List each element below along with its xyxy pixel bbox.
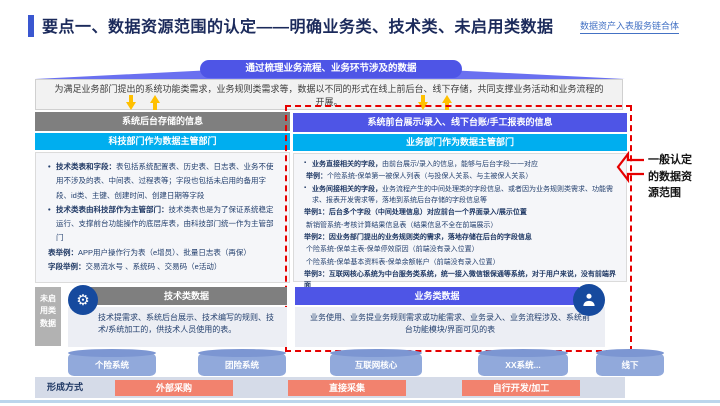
method-badge: 直接采集 [288,379,406,396]
system-cylinder: XX系统... [478,349,568,376]
bullet-lead: 技术类表由科技部作为主管部门： [56,204,169,214]
system-cylinder: 团险系统 [198,349,286,376]
page-title: 要点一、数据资源范围的认定——明确业务类、技术类、未启用类数据 [42,19,554,36]
frontend-display-panel: 系统前台展示/录入、线下台账/手工报表的信息 业务部门作为数据主管部门 业务直接… [293,113,627,289]
gear-icon: ⚙ [68,285,98,315]
left-panel-body: 技术类表和字段：表包括系统配置表、历史表、日志表、业务不使用不涉及的表、中间表、… [35,152,290,283]
slide: 要点一、数据资源范围的认定——明确业务类、技术类、未启用类数据 数据资产入表服务… [0,0,720,406]
method-badge: 自行开发/加工 [462,379,580,396]
business-data-section: 业务类数据 业务使用、业务提业务规则需求或功能需求、业务录入、业务流程涉及、系统… [295,284,607,348]
arrow-down-icon [126,95,136,110]
arrow-up-icon [442,95,452,110]
list-item: 业务直接相关的字段，由前台展示/录入的信息，能够与后台字段一一对应 [304,159,618,170]
list-item: 举例2：因业务部门提出的业务规则类的需求，落地存储在后台的字段信息 [304,233,532,241]
list-item: 技术类表由科技部作为主管部门：技术类表也是为了保证系统稳定运行、支撑前台功能操作… [48,203,279,246]
list-item: 个险系统-保单主表-保单停效原因（前端没有录入位置） [306,246,479,254]
example-text: 个险系统-保单第一被保人列表（与投保人关系、与主被保人关系） [327,173,533,181]
person-glyph [583,293,595,306]
formation-band: 形成方式 外部采购 直接采集 自行开发/加工 [35,377,625,398]
list-item: 个险系统-保单基本资料表-保单余额帐户（前端没有录入位置） [306,258,500,266]
tech-data-section: ⚙ 技术类数据 技术提需求、系统后台展示、技术编写的规则、技术/系统加工的，供技… [66,284,287,348]
list-item: 新销管系统-考核计算结果信息表（结果信息不全在前端展示） [306,221,498,229]
example-lead: 举例： [306,173,327,181]
bullet-lead: 业务间接相关的字段， [312,185,382,193]
bullet-lead: 业务直接相关的字段， [312,161,382,168]
left-panel-header: 系统后台存储的信息 [35,112,290,131]
example-lead: 字段举例： [48,261,86,271]
example-text: APP用户操作行为表（e增员）、批量日志表（再保） [78,247,251,257]
formation-label: 形成方式 [47,382,84,392]
title-accent-bar [28,15,34,37]
left-panel-subheader: 科技部门作为数据主管部门 [35,133,290,150]
system-label: 团险系统 [224,360,259,370]
example-lead: 表举例： [48,247,78,257]
bottom-divider [0,400,720,403]
list-item: 举例：个险系统-保单第一被保人列表（与投保人关系、与主被保人关系） [304,171,618,182]
list-item: 业务间接相关的字段，业务流程产生的中间处理类的字段信息、或者因为业务规则类需求、… [304,184,618,207]
business-section-header: 业务类数据 [295,287,579,305]
gear-glyph: ⚙ [76,292,90,309]
right-panel-header: 系统前台展示/录入、线下台账/手工报表的信息 [293,113,627,132]
tech-section-desc: 技术提需求、系统后台展示、技术编写的规则、技术/系统加工的，供技术人员使用的表。 [68,307,287,347]
system-label: 互联网核心 [354,360,398,370]
list-item: 举例1：后台多个字段（中间处理信息）对应前台一个界面录入/展示位置 [304,209,527,217]
right-panel-subheader: 业务部门作为数据主管部门 [293,134,627,151]
intro-box: 为满足业务部门提出的系统功能类需求，业务规则类需求等，数据以不同的形式在线上前后… [35,79,623,110]
bullet-lead: 技术类表和字段： [56,162,116,171]
bullet-text: 由前台展示/录入的信息，能够与后台字段一一对应 [382,161,538,168]
arrow-down-icon [418,95,428,110]
right-panel-body: 业务直接相关的字段，由前台展示/录入的信息，能够与后台字段一一对应 举例：个险系… [293,153,627,289]
unused-data-label: 未启用类数据 [35,287,61,346]
list-item: 技术类表和字段：表包括系统配置表、历史表、日志表、业务不使用不涉及的表、中间表、… [48,160,279,203]
system-cylinder: 互联网核心 [330,349,422,376]
method-badge: 外部采购 [115,379,233,396]
system-label: XX系统... [505,360,541,370]
person-icon [573,284,605,316]
backend-storage-panel: 系统后台存储的信息 科技部门作为数据主管部门 技术类表和字段：表包括系统配置表、… [35,112,290,283]
system-label: 个险系统 [94,360,129,370]
system-cylinder: 个险系统 [68,349,156,376]
example-text: 交易流水号 、系统码 、交易码（e活动） [85,261,222,271]
flow-banner: 通过梳理业务流程、业务环节涉及的数据 [200,60,462,78]
system-label: 线下 [621,360,639,370]
page-subtitle: 数据资产入表服务链合体 [580,19,680,34]
scope-annotation: 一般认定的数据资源范围 [648,154,692,199]
list-item: 表举例：APP用户操作行为表（e增员）、批量日志表（再保） [48,246,279,260]
list-item: 字段举例：交易流水号 、系统码 、交易码（e活动） [48,260,279,274]
arrow-up-icon [150,95,160,110]
system-cylinder: 线下 [596,349,664,376]
red-left-arrow-icon [616,150,644,184]
tech-section-header: 技术类数据 [86,287,287,305]
business-section-desc: 业务使用、业务提业务规则需求或功能需求、业务录入、业务流程涉及、系统前台功能模块… [295,307,605,347]
